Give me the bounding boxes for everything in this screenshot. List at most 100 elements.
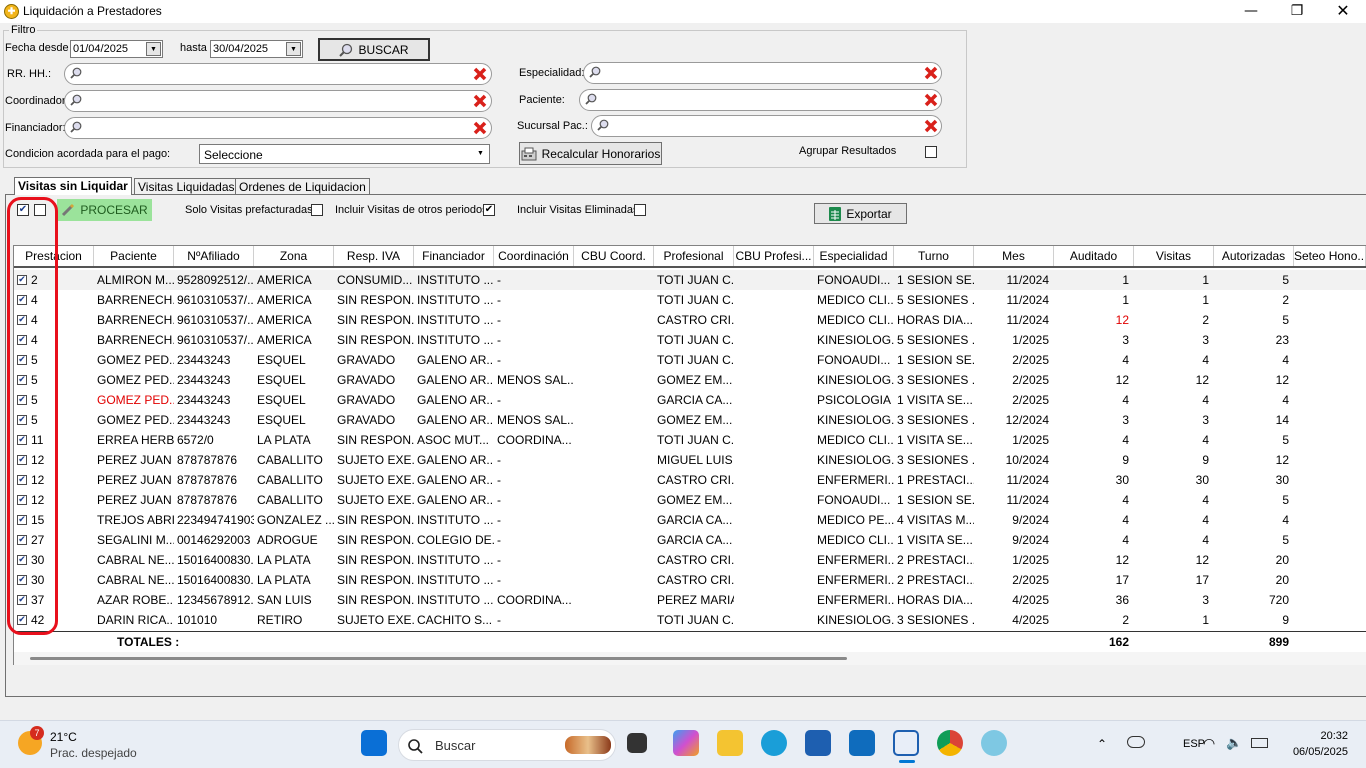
fecha-hasta-picker[interactable]: 30/04/2025 ▼ xyxy=(210,40,303,58)
column-header[interactable]: Coordinación xyxy=(494,246,574,266)
cell-especialidad: KINESIOLOG... xyxy=(817,373,894,387)
cell-cbu_coord xyxy=(574,410,654,430)
weather-desc[interactable]: Prac. despejado xyxy=(50,746,137,760)
clear-icon[interactable] xyxy=(473,94,487,108)
close-button[interactable]: ✕ xyxy=(1320,0,1366,23)
cell-visitas: 4 xyxy=(1202,513,1209,527)
chevron-down-icon[interactable]: ▼ xyxy=(473,147,488,161)
cell-financiador: INSTITUTO ... xyxy=(417,313,494,327)
volume-icon[interactable]: 🔈 xyxy=(1226,735,1242,751)
task-view-icon[interactable] xyxy=(627,733,647,753)
cell-mes: 2/2025 xyxy=(1012,393,1049,407)
weather-temp[interactable]: 21°C xyxy=(50,730,77,744)
column-header[interactable]: NºAfiliado xyxy=(174,246,254,266)
horizontal-scrollbar[interactable] xyxy=(14,652,1366,665)
financiador-search-input[interactable] xyxy=(64,117,492,139)
tab-visitas-sin-liquidar[interactable]: Visitas sin Liquidar xyxy=(14,177,132,195)
column-header[interactable]: Zona xyxy=(254,246,334,266)
clear-icon[interactable] xyxy=(473,67,487,81)
column-header[interactable]: Turno xyxy=(894,246,974,266)
incluir-otros-periodos-checkbox[interactable]: ✔ xyxy=(483,204,495,216)
chevron-up-icon[interactable]: ⌃ xyxy=(1097,737,1107,751)
tab-ordenes-liquidacion[interactable]: Ordenes de Liquidacion xyxy=(235,178,370,195)
column-header[interactable]: Autorizadas xyxy=(1214,246,1294,266)
battery-icon[interactable] xyxy=(1251,738,1268,748)
fecha-desde-picker[interactable]: 01/04/2025 ▼ xyxy=(70,40,163,58)
column-header[interactable]: Resp. IVA xyxy=(334,246,414,266)
clock-time[interactable]: 20:32 xyxy=(1303,730,1348,742)
liquidacion-app-icon[interactable] xyxy=(893,730,919,756)
wifi-icon[interactable]: ◠ xyxy=(1203,735,1215,752)
cell-paciente: PEREZ JUAN xyxy=(97,453,172,467)
cell-cbu_prof xyxy=(734,450,814,470)
especialidad-search-input[interactable] xyxy=(583,62,942,84)
copilot-icon[interactable] xyxy=(673,730,699,756)
column-header[interactable]: Especialidad xyxy=(814,246,894,266)
scrollbar-thumb[interactable] xyxy=(30,657,847,660)
incluir-eliminadas-checkbox[interactable] xyxy=(634,204,646,216)
cell-turno: 3 SESIONES ... xyxy=(897,613,974,627)
app-icon[interactable] xyxy=(981,730,1007,756)
column-header[interactable]: CBU Coord. xyxy=(574,246,654,266)
cell-iva: SUJETO EXE... xyxy=(337,473,414,487)
column-header[interactable]: Profesional xyxy=(654,246,734,266)
taskbar-search[interactable]: Buscar xyxy=(398,729,616,761)
cell-zona: ADROGUE xyxy=(257,533,318,547)
tab-visitas-liquidadas[interactable]: Visitas Liquidadas xyxy=(134,178,239,195)
procesar-label: PROCESAR xyxy=(80,203,148,217)
recalcular-honorarios-button[interactable]: Recalcular Honorarios xyxy=(519,142,662,165)
store-icon[interactable] xyxy=(805,730,831,756)
column-header[interactable]: Visitas xyxy=(1134,246,1214,266)
cell-iva: SUJETO EXE... xyxy=(337,613,414,627)
solo-prefacturadas-label: Solo Visitas prefacturadas xyxy=(185,204,313,216)
clear-icon[interactable] xyxy=(473,121,487,135)
cloud-icon[interactable] xyxy=(1127,736,1145,748)
clear-icon[interactable] xyxy=(924,66,938,80)
solo-prefacturadas-checkbox[interactable] xyxy=(311,204,323,216)
fecha-desde-label: Fecha desde xyxy=(5,42,69,54)
exportar-button[interactable]: Exportar xyxy=(814,203,907,224)
condicion-select[interactable]: Seleccione ▼ xyxy=(199,144,490,164)
procesar-button[interactable]: PROCESAR xyxy=(57,199,152,221)
cell-cbu_prof xyxy=(734,570,814,590)
cell-financiador: INSTITUTO ... xyxy=(417,553,494,567)
cell-auditado: 3 xyxy=(1122,333,1129,347)
cell-cbu_coord xyxy=(574,550,654,570)
chrome-icon[interactable] xyxy=(937,730,963,756)
clear-icon[interactable] xyxy=(924,119,938,133)
column-header[interactable]: CBU Profesi... xyxy=(734,246,814,266)
buscar-button[interactable]: BUSCAR xyxy=(318,38,430,61)
cell-visitas: 4 xyxy=(1202,533,1209,547)
cell-autorizadas: 23 xyxy=(1275,333,1289,347)
cell-cbu_coord xyxy=(574,450,654,470)
column-header[interactable]: Paciente xyxy=(94,246,174,266)
language-indicator[interactable]: ESP xyxy=(1183,738,1205,750)
column-header[interactable]: Financiador xyxy=(414,246,494,266)
cell-especialidad: KINESIOLOG... xyxy=(817,613,894,627)
sucursal-search-input[interactable] xyxy=(591,115,942,137)
agrupar-checkbox[interactable] xyxy=(925,146,937,158)
cell-visitas: 3 xyxy=(1202,413,1209,427)
hasta-label: hasta xyxy=(180,42,207,54)
windows-start-icon[interactable] xyxy=(361,730,387,756)
rrhh-search-input[interactable] xyxy=(64,63,492,85)
fecha-desde-value: 01/04/2025 xyxy=(73,43,129,55)
cell-auditado: 30 xyxy=(1115,473,1129,487)
calendar-dropdown-icon[interactable]: ▼ xyxy=(146,42,161,56)
maximize-button[interactable]: ❐ xyxy=(1274,0,1320,23)
column-header[interactable]: Mes xyxy=(974,246,1054,266)
cell-iva: SIN RESPON... xyxy=(337,553,414,567)
coordinador-search-input[interactable] xyxy=(64,90,492,112)
clock-date[interactable]: 06/05/2025 xyxy=(1276,746,1348,758)
column-header[interactable]: Seteo Hono... xyxy=(1294,246,1366,266)
clear-icon[interactable] xyxy=(924,93,938,107)
edge-browser-icon[interactable] xyxy=(761,730,787,756)
column-header[interactable]: Auditado xyxy=(1054,246,1134,266)
cell-profesional: GARCIA CA... xyxy=(657,533,733,547)
paciente-search-input[interactable] xyxy=(579,89,942,111)
minimize-button[interactable]: — xyxy=(1228,0,1274,23)
outlook-icon[interactable] xyxy=(849,730,875,756)
file-explorer-icon[interactable] xyxy=(717,730,743,756)
calendar-dropdown-icon[interactable]: ▼ xyxy=(286,42,301,56)
cell-especialidad: KINESIOLOG... xyxy=(817,413,894,427)
